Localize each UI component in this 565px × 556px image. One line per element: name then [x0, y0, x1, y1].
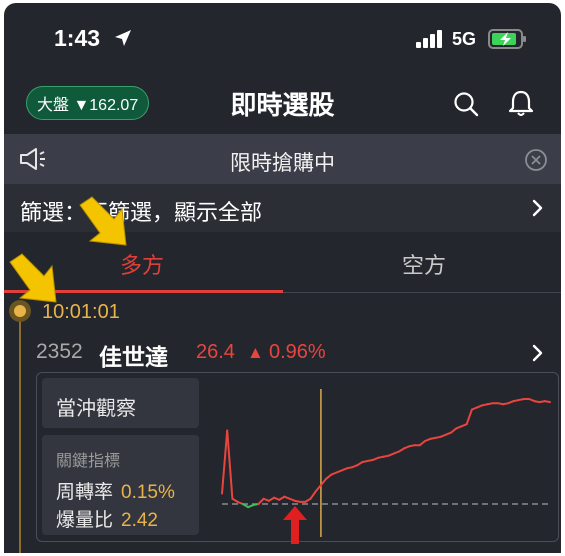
stock-code: 2352	[36, 340, 83, 363]
tab-divider	[283, 292, 561, 293]
watch-label: 當沖觀察	[56, 398, 136, 420]
intraday-price-chart	[221, 389, 551, 537]
key-metrics-panel: 關鍵指標 周轉率 0.15% 爆量比 2.42	[42, 435, 199, 535]
price-line-segment	[543, 400, 551, 404]
metric-row: 周轉率 0.15%	[56, 477, 175, 504]
price-line-segment	[465, 408, 473, 426]
network-type: 5G	[452, 29, 477, 49]
metric-label: 爆量比	[56, 510, 114, 531]
close-icon[interactable]	[524, 148, 548, 172]
price-line-segment	[309, 490, 317, 500]
price-line-segment	[450, 427, 458, 434]
watch-tag: 當沖觀察	[42, 378, 199, 428]
price-line-segment	[257, 497, 265, 505]
price-line-segment	[221, 429, 229, 495]
price-line-segment	[325, 473, 333, 480]
price-line-segment	[314, 484, 322, 493]
stock-name: 佳世達	[99, 344, 168, 370]
metrics-title: 關鍵指標	[56, 453, 121, 470]
annotation-up-arrow-icon	[283, 506, 307, 544]
bell-icon[interactable]	[508, 89, 534, 117]
metric-value: 0.15%	[121, 482, 175, 503]
battery-charging-icon	[488, 29, 526, 49]
stock-change: 0.96%	[269, 341, 326, 363]
stock-price: 26.4	[196, 341, 235, 363]
chevron-right-icon[interactable]	[532, 344, 544, 362]
app-screen: 1:43 5G 大盤 ▼162.07 即時選股 限時搶購中 篩選：不篩選，顯示全…	[4, 3, 561, 553]
tab-short[interactable]: 空方	[402, 248, 446, 280]
price-up-triangle-icon: ▲	[247, 343, 264, 362]
cellular-signal-icon	[416, 30, 442, 48]
filter-label: 篩選：不篩選，顯示全部	[20, 200, 263, 225]
promo-banner[interactable]: 限時搶購中	[4, 134, 561, 184]
metric-label: 周轉率	[56, 482, 114, 503]
search-icon[interactable]	[453, 91, 479, 117]
chevron-right-icon	[532, 199, 543, 217]
tab-long[interactable]: 多方	[120, 248, 164, 280]
annotation-arrow-icon	[9, 253, 57, 303]
price-line-segment	[418, 440, 427, 447]
price-line-segment	[226, 429, 234, 500]
price-line-segment	[319, 477, 328, 487]
annotation-arrow-icon	[79, 196, 127, 246]
promo-text: 限時搶購中	[230, 152, 335, 175]
metric-row: 爆量比 2.42	[56, 505, 158, 532]
metric-value: 2.42	[121, 510, 158, 531]
status-time: 1:43	[54, 25, 101, 51]
timeline-line	[19, 313, 21, 553]
location-arrow-icon	[115, 30, 131, 46]
